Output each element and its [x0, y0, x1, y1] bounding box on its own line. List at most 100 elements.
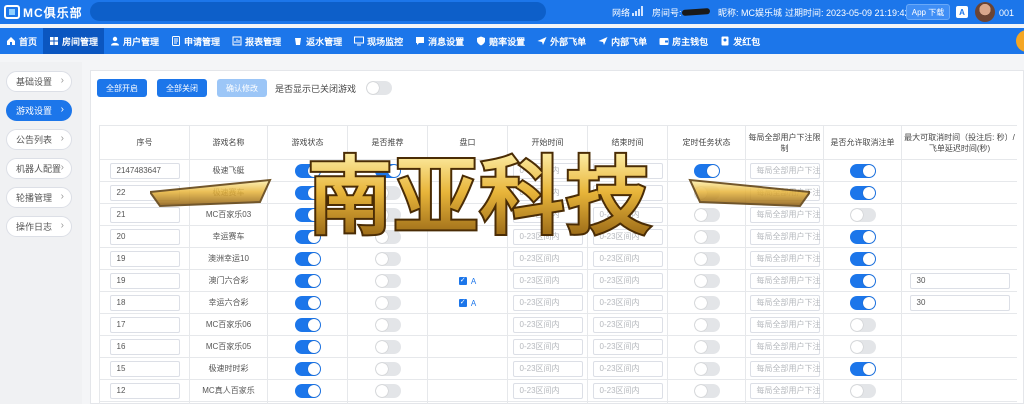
end-time-input[interactable]: 0-23区间内 [592, 250, 663, 267]
bet-limit-input[interactable]: 每局全部用户下注 [749, 250, 821, 267]
start-time-input[interactable]: 0-23区间内 [512, 338, 583, 355]
end-time-input[interactable]: 0-23区间内 [592, 294, 663, 311]
end-time-input[interactable]: 0-23区间内 [592, 360, 663, 377]
nav-item-12[interactable]: 发红包 [714, 28, 766, 54]
task-status-toggle[interactable] [693, 383, 720, 398]
app-download-button[interactable]: App 下载 [906, 4, 950, 20]
task-status-toggle[interactable] [693, 339, 720, 354]
recommend-toggle[interactable] [374, 229, 401, 244]
max-cancel-input[interactable]: 30 [909, 272, 1010, 289]
nav-item-8[interactable]: 赔率设置 [470, 28, 531, 54]
bet-limit-input[interactable]: 每局全部用户下注 [749, 272, 821, 289]
task-status-toggle[interactable] [693, 185, 720, 200]
nav-item-6[interactable]: 现场监控 [348, 28, 409, 54]
seq-input[interactable]: 2147483647 [109, 162, 180, 179]
allow-cancel-toggle[interactable] [849, 361, 876, 376]
end-time-input[interactable]: 0-23区间内 [592, 382, 663, 399]
recommend-toggle[interactable] [374, 185, 401, 200]
task-status-toggle[interactable] [693, 251, 720, 266]
nav-item-5[interactable]: 返水管理 [287, 28, 348, 54]
recommend-toggle[interactable] [374, 163, 401, 178]
start-time-input[interactable]: 0-23区间内 [512, 316, 583, 333]
sidebar-item-5[interactable]: 操作日志 › [6, 216, 72, 237]
search-bar[interactable] [90, 2, 546, 21]
recommend-toggle[interactable] [374, 339, 401, 354]
allow-cancel-toggle[interactable] [849, 317, 876, 332]
recommend-toggle[interactable] [374, 317, 401, 332]
start-time-input[interactable]: 0-23区间内 [512, 162, 583, 179]
seq-input[interactable]: 16 [109, 338, 180, 355]
bet-limit-input[interactable]: 每局全部用户下注 [749, 294, 821, 311]
recommend-toggle[interactable] [374, 207, 401, 222]
start-time-input[interactable]: 0-23区间内 [512, 294, 583, 311]
task-status-toggle[interactable] [693, 361, 720, 376]
end-time-input[interactable]: 0-23区间内 [592, 206, 663, 223]
pankou-checkbox[interactable]: ✓ A [458, 299, 476, 308]
game-status-toggle[interactable] [294, 295, 321, 310]
allow-cancel-toggle[interactable] [849, 383, 876, 398]
nav-item-10[interactable]: 内部飞单 [592, 28, 653, 54]
game-status-toggle[interactable] [294, 229, 321, 244]
task-status-toggle[interactable] [693, 163, 720, 178]
confirm-button[interactable]: 确认修改 [217, 79, 267, 97]
allow-cancel-toggle[interactable] [849, 207, 876, 222]
bet-limit-input[interactable]: 每局全部用户下注 [749, 184, 821, 201]
task-status-toggle[interactable] [693, 273, 720, 288]
max-cancel-input[interactable]: 30 [909, 294, 1010, 311]
allow-cancel-toggle[interactable] [849, 185, 876, 200]
nav-item-1[interactable]: 房间管理 [43, 28, 105, 54]
allow-cancel-toggle[interactable] [849, 295, 876, 310]
game-status-toggle[interactable] [294, 207, 321, 222]
end-time-input[interactable]: 0-23区间内 [592, 338, 663, 355]
avatar[interactable] [975, 2, 995, 22]
bet-limit-input[interactable]: 每局全部用户下注 [749, 360, 821, 377]
start-time-input[interactable]: 0-23区间内 [512, 206, 583, 223]
end-time-input[interactable]: 0-23区间内 [592, 162, 663, 179]
seq-input[interactable]: 17 [109, 316, 180, 333]
game-status-toggle[interactable] [294, 361, 321, 376]
game-status-toggle[interactable] [294, 383, 321, 398]
allow-cancel-toggle[interactable] [849, 229, 876, 244]
recommend-toggle[interactable] [374, 251, 401, 266]
nav-item-4[interactable]: 报表管理 [226, 28, 287, 54]
bet-limit-input[interactable]: 每局全部用户下注 [749, 228, 821, 245]
end-time-input[interactable]: 0-23区间内 [592, 184, 663, 201]
nav-item-11[interactable]: 房主钱包 [653, 28, 714, 54]
end-time-input[interactable]: 0-23区间内 [592, 316, 663, 333]
start-time-input[interactable]: 0-23区间内 [512, 250, 583, 267]
start-time-input[interactable]: 0-23区间内 [512, 382, 583, 399]
recommend-toggle[interactable] [374, 361, 401, 376]
seq-input[interactable]: 18 [109, 294, 180, 311]
sidebar-item-1[interactable]: 游戏设置 › [6, 100, 72, 121]
allow-cancel-toggle[interactable] [849, 251, 876, 266]
allow-cancel-toggle[interactable] [849, 163, 876, 178]
seq-input[interactable]: 12 [109, 382, 180, 399]
open-all-button[interactable]: 全部开启 [97, 79, 147, 97]
show-closed-toggle[interactable] [366, 81, 393, 95]
game-status-toggle[interactable] [294, 317, 321, 332]
font-size-icon[interactable]: A [956, 6, 968, 18]
start-time-input[interactable]: 0-23区间内 [512, 272, 583, 289]
close-all-button[interactable]: 全部关闭 [157, 79, 207, 97]
nav-item-3[interactable]: 申请管理 [165, 28, 226, 54]
game-status-toggle[interactable] [294, 339, 321, 354]
user-name[interactable]: 001 [999, 8, 1014, 18]
bet-limit-input[interactable]: 每局全部用户下注 [749, 316, 821, 333]
app-logo[interactable]: MC俱乐部 [4, 4, 83, 20]
seq-input[interactable]: 21 [109, 206, 180, 223]
end-time-input[interactable]: 0-23区间内 [592, 228, 663, 245]
sidebar-item-4[interactable]: 轮播管理 › [6, 187, 72, 208]
game-status-toggle[interactable] [294, 251, 321, 266]
nav-item-7[interactable]: 消息设置 [409, 28, 470, 54]
seq-input[interactable]: 19 [109, 272, 180, 289]
recommend-toggle[interactable] [374, 295, 401, 310]
sidebar-item-3[interactable]: 机器人配置 › [6, 158, 72, 179]
end-time-input[interactable]: 0-23区间内 [592, 272, 663, 289]
sidebar-item-0[interactable]: 基础设置 › [6, 71, 72, 92]
nav-item-2[interactable]: 用户管理 [104, 28, 165, 54]
game-status-toggle[interactable] [294, 273, 321, 288]
bet-limit-input[interactable]: 每局全部用户下注 [749, 382, 821, 399]
bet-limit-input[interactable]: 每局全部用户下注 [749, 338, 821, 355]
bet-limit-input[interactable]: 每局全部用户下注 [749, 162, 821, 179]
allow-cancel-toggle[interactable] [849, 273, 876, 288]
